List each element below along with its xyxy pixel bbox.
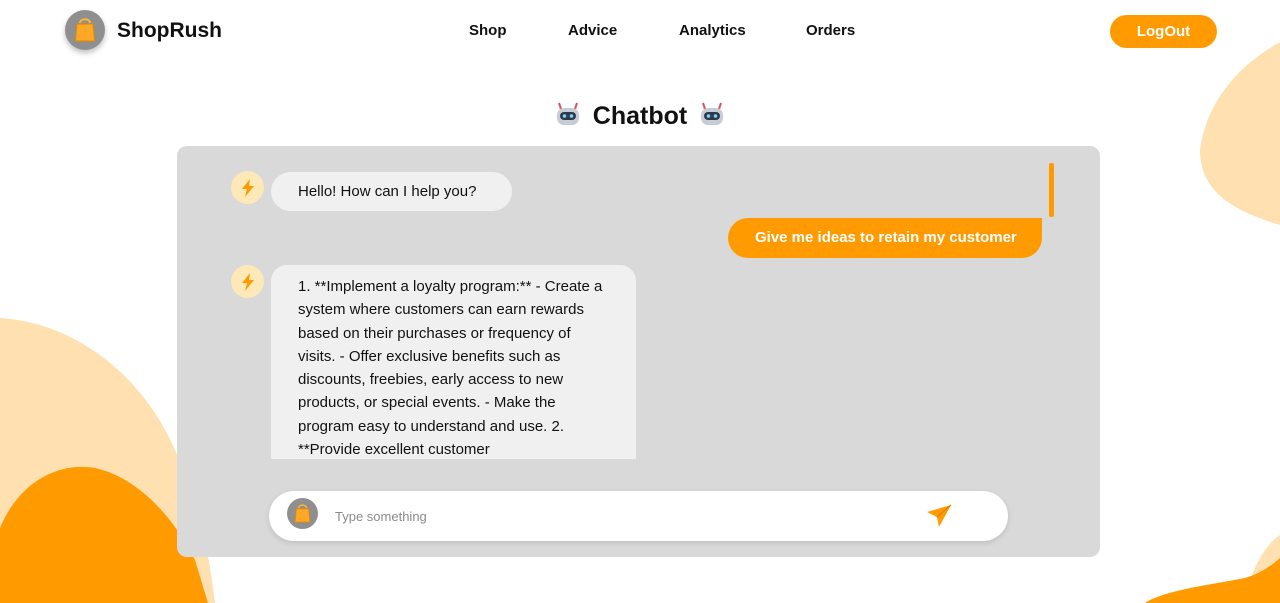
chat-input-bar — [269, 491, 1008, 541]
chat-panel: Hello! How can I help you? Give me ideas… — [177, 146, 1100, 557]
nav-advice[interactable]: Advice — [568, 22, 617, 39]
user-message: Give me ideas to retain my customer — [728, 218, 1042, 258]
chatbot-title: Chatbot — [592, 102, 688, 130]
chat-message-input[interactable] — [335, 505, 895, 527]
chat-scrollbar[interactable] — [1049, 163, 1054, 217]
robot-icon — [698, 100, 726, 133]
bot-message: Hello! How can I help you? — [271, 172, 512, 211]
page-title: Chatbot — [0, 100, 1280, 133]
robot-icon — [554, 100, 582, 133]
nav-analytics[interactable]: Analytics — [679, 22, 746, 39]
nav-shop[interactable]: Shop — [469, 22, 507, 39]
shopping-bag-icon[interactable] — [65, 10, 105, 50]
logout-button[interactable]: LogOut — [1110, 15, 1217, 48]
brand-name: ShopRush — [117, 19, 222, 42]
nav-orders[interactable]: Orders — [806, 22, 855, 39]
shopping-bag-icon — [287, 498, 318, 529]
blob-right-light — [1200, 42, 1280, 225]
bot-message: 1. **Implement a loyalty program:** - Cr… — [271, 265, 636, 459]
lightning-icon — [231, 265, 264, 298]
send-icon[interactable] — [925, 503, 953, 529]
top-navbar: ShopRush Shop Advice Analytics Orders Lo… — [0, 0, 1280, 62]
lightning-icon — [231, 171, 264, 204]
